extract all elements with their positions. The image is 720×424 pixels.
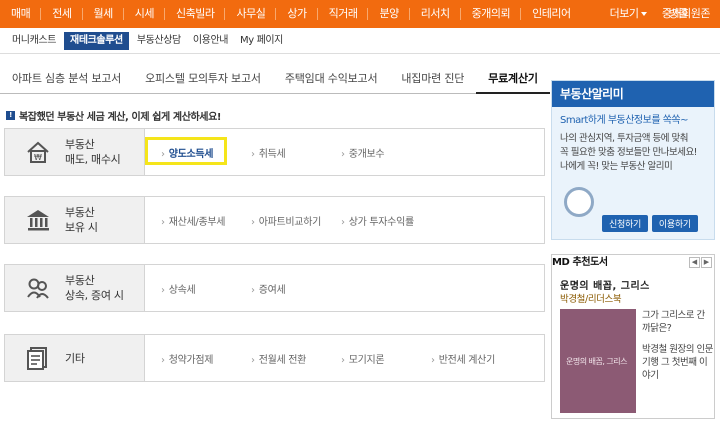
link-acquisition-tax[interactable]: › 취득세 xyxy=(251,145,286,160)
topnav-item[interactable]: 인테리어 xyxy=(521,0,580,28)
apply-button[interactable]: 신청하기 xyxy=(602,215,648,232)
subnav-item[interactable]: My 페이지 xyxy=(234,32,289,50)
book-author: 박경철/리더스북 xyxy=(560,294,622,305)
svg-text:₩: ₩ xyxy=(34,153,42,162)
document-icon xyxy=(27,347,47,370)
notice-icon: ! xyxy=(6,111,15,120)
sub-navigation: 머니캐스트 재테크솔루션 부동산상담 이용안내 My 페이지 xyxy=(0,28,720,54)
category-label: 부동산 보유 시 xyxy=(5,197,145,243)
topnav-item[interactable]: 분양 xyxy=(368,0,408,28)
subnav-item[interactable]: 이용안내 xyxy=(187,32,234,50)
link-apartment-compare[interactable]: › 아파트비교하기 xyxy=(251,213,321,228)
subnav-item[interactable]: 재테크솔루션 xyxy=(64,31,129,50)
report-tabs: 아파트 심층 분석 보고서 오피스텔 모의투자 보고서 주택임대 수익보고서 내집마련… xyxy=(0,70,550,94)
category-label: ₩ 부동산 매도, 매수시 xyxy=(5,129,145,175)
category-label: 부동산 상속, 증여 시 xyxy=(5,265,145,311)
link-inheritance-tax[interactable]: › 상속세 xyxy=(161,281,196,296)
use-button[interactable]: 이용하기 xyxy=(651,215,698,232)
subnav-item[interactable]: 부동산상담 xyxy=(131,32,187,50)
topnav-item[interactable]: 월세 xyxy=(83,0,123,28)
more-menu-button[interactable]: 더보기 xyxy=(599,0,658,28)
category-row-holding: 부동산 보유 시 › 재산세/종부세 › 아파트비교하기 › 상가 투자수익률 xyxy=(4,196,545,244)
link-gift-tax[interactable]: › 증여세 xyxy=(251,281,286,296)
broker-zone-link[interactable]: 중개회원존 xyxy=(662,0,711,28)
book-blurb-2: 박경철 원장의 인문기행 그 첫번째 이야기 xyxy=(642,344,713,381)
topnav-item[interactable]: 전세 xyxy=(41,0,81,28)
category-label: 기타 xyxy=(5,335,145,381)
category-title: 기타 xyxy=(65,351,85,365)
category-title: 부동산 xyxy=(65,206,95,219)
notice-banner: ! 복잡했던 부동산 세금 계산, 이제 쉽게 계산하세요! xyxy=(6,108,221,123)
category-row-etc: 기타 › 청약가점제 › 전월세 전환 › 모기지론 › 반전세 계산기 xyxy=(4,334,545,382)
prev-arrow-icon[interactable]: ◀ xyxy=(689,257,700,268)
book-cover-image[interactable]: 운명의 배꼽, 그리스 xyxy=(560,309,636,413)
md-recommended-book: MD 추천도서 ◀ ▶ 운명의 배꼽, 그리스 박경철/리더스북 운명의 배꼽,… xyxy=(551,254,715,419)
category-row-inheritance: 부동산 상속, 증여 시 › 상속세 › 증여세 xyxy=(4,264,545,312)
topnav-item[interactable]: 상가 xyxy=(276,0,316,28)
link-mortgage[interactable]: › 모기지론 xyxy=(341,351,385,366)
link-half-jeonse[interactable]: › 반전세 계산기 xyxy=(431,351,495,366)
cover-text: 운명의 배꼽, 그리스 xyxy=(566,357,628,366)
report-tab[interactable]: 내집마련 진단 xyxy=(389,70,476,94)
report-tab[interactable]: 주택임대 수익보고서 xyxy=(273,70,390,94)
link-rent-conversion[interactable]: › 전월세 전환 xyxy=(251,351,306,366)
calculator-links: › 상속세 › 증여세 xyxy=(145,265,544,311)
ad-description: 나의 관심지역, 투자금액 등에 맞춰 꼭 필요한 맞춤 정보들만 만나보세요!… xyxy=(560,133,698,172)
next-arrow-icon[interactable]: ▶ xyxy=(701,257,712,268)
notice-text: 복잡했던 부동산 세금 계산, 이제 쉽게 계산하세요! xyxy=(19,112,222,123)
category-subtitle: 매도, 매수시 xyxy=(65,153,121,166)
alarm-clock-icon xyxy=(564,187,594,217)
bank-icon xyxy=(27,210,49,231)
chevron-down-icon xyxy=(641,12,648,16)
link-subscription-score[interactable]: › 청약가점제 xyxy=(161,351,214,366)
topnav-item[interactable]: 리서치 xyxy=(410,0,460,28)
ad-title: 부동산알리미 xyxy=(552,81,714,107)
calculator-links: › 청약가점제 › 전월세 전환 › 모기지론 › 반전세 계산기 xyxy=(145,335,544,381)
category-subtitle: 상속, 증여 시 xyxy=(65,289,124,302)
ad-subtitle: Smart하게 부동산정보를 쏙쏙~ xyxy=(560,115,689,126)
category-row-sale: ₩ 부동산 매도, 매수시 › 양도소득세 › 취득세 › 중개보수 xyxy=(4,128,545,176)
topnav-item[interactable]: 매매 xyxy=(0,0,40,28)
category-title: 부동산 xyxy=(65,138,95,151)
house-money-icon: ₩ xyxy=(27,141,49,163)
report-tab[interactable]: 오피스텔 모의투자 보고서 xyxy=(133,70,273,94)
link-store-yield[interactable]: › 상가 투자수익률 xyxy=(341,213,414,228)
topnav-item[interactable]: 신축빌라 xyxy=(165,0,224,28)
top-navigation: 매매 전세 월세 시세 신축빌라 사무실 상가 직거래 분양 리서치 중개의뢰 인테리어 더보기 방콜 중개… xyxy=(0,0,720,28)
report-tab[interactable]: 무료계산기 xyxy=(476,70,550,94)
topnav-item[interactable]: 사무실 xyxy=(225,0,275,28)
topnav-item[interactable]: 시세 xyxy=(124,0,164,28)
book-title[interactable]: 운명의 배꼽, 그리스 xyxy=(560,277,650,292)
category-subtitle: 보유 시 xyxy=(65,221,98,234)
report-tab[interactable]: 아파트 심층 분석 보고서 xyxy=(0,70,133,94)
calculator-links: › 재산세/종부세 › 아파트비교하기 › 상가 투자수익률 xyxy=(145,197,544,243)
subnav-item[interactable]: 머니캐스트 xyxy=(6,32,62,50)
alert-service-ad[interactable]: 부동산알리미 Smart하게 부동산정보를 쏙쏙~ 나의 관심지역, 투자금액 … xyxy=(551,80,715,240)
topnav-item[interactable]: 직거래 xyxy=(318,0,368,28)
topnav-item[interactable]: 중개의뢰 xyxy=(461,0,520,28)
link-brokerage-fee[interactable]: › 중개보수 xyxy=(341,145,385,160)
link-property-tax[interactable]: › 재산세/종부세 xyxy=(161,213,225,228)
highlight-box xyxy=(145,137,227,165)
book-blurb: 그가 그리스로 간 까닭은? xyxy=(642,310,705,334)
category-title: 부동산 xyxy=(65,274,95,287)
people-icon xyxy=(27,278,49,299)
